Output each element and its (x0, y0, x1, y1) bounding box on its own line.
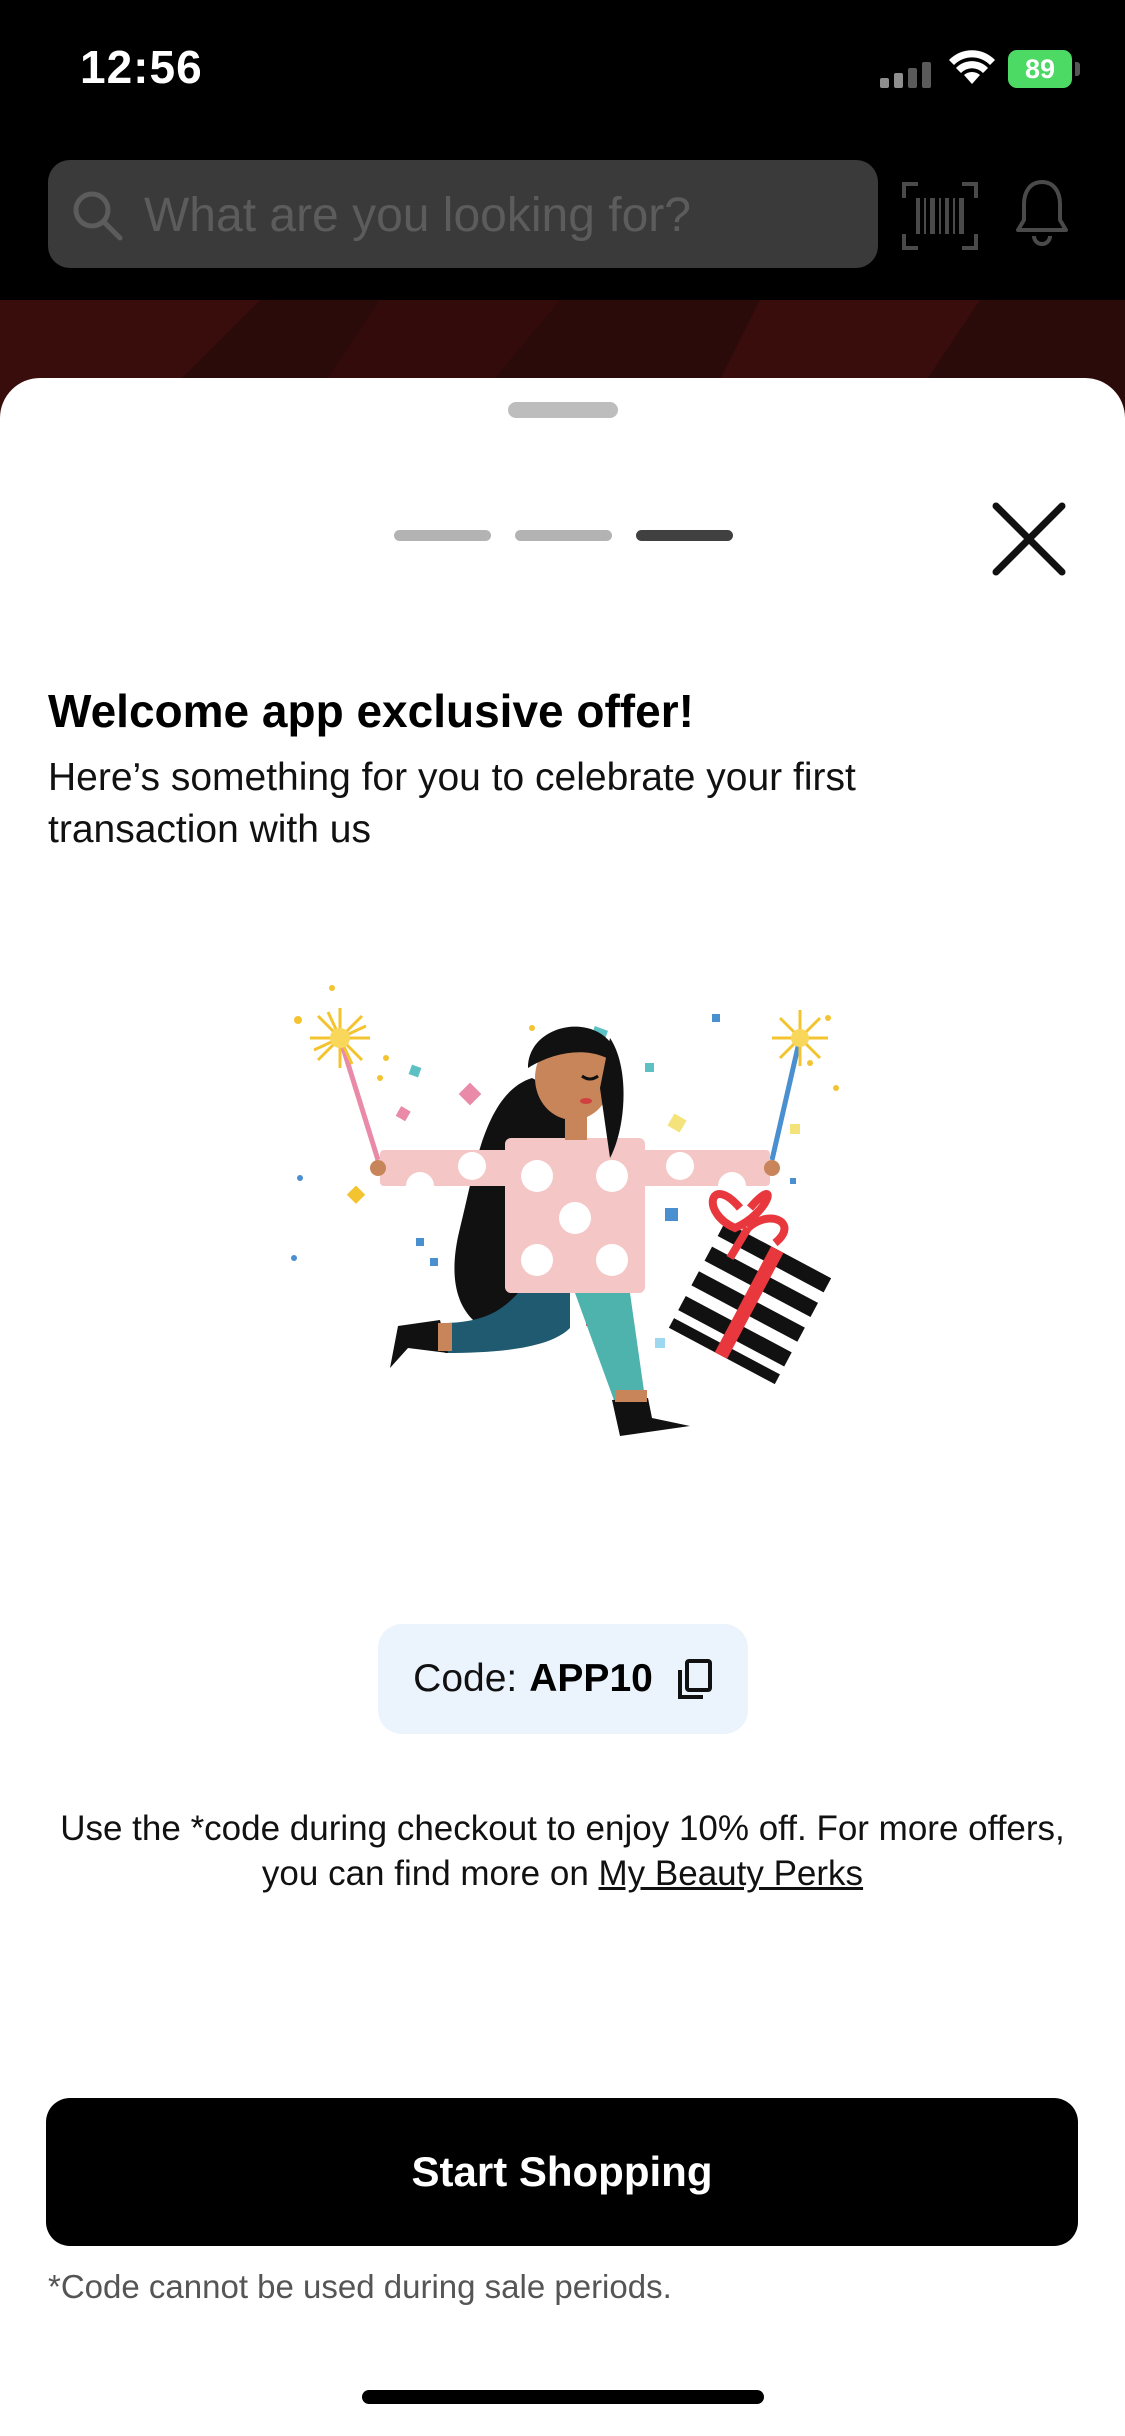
status-time: 12:56 (80, 41, 203, 93)
copy-icon[interactable] (675, 1658, 713, 1700)
offer-title: Welcome app exclusive offer! (48, 685, 694, 737)
page-indicator-dot-active (636, 530, 733, 541)
offer-subtitle: Here’s something for you to celebrate yo… (48, 756, 856, 851)
promo-code-label: Code: (413, 1657, 518, 1700)
search-bar[interactable]: What are you looking for? (48, 160, 878, 268)
barcode-scan-icon[interactable] (900, 180, 980, 252)
signal-icon (880, 62, 931, 88)
promo-code-chip[interactable]: Code: APP10 (378, 1624, 748, 1734)
status-bar: 12:56 89 (0, 0, 1125, 140)
offer-description: Use the *code during checkout to enjoy 1… (60, 1806, 1065, 1896)
battery-icon: 89 (1008, 50, 1080, 88)
search-input[interactable]: What are you looking for? (144, 188, 691, 243)
search-icon (73, 191, 123, 241)
offer-description-text: Use the *code during checkout to enjoy 1… (60, 1809, 1065, 1893)
page-indicator-dot (394, 530, 491, 541)
offer-bottom-sheet: Welcome app exclusive offer! Here’s some… (0, 378, 1125, 2436)
wifi-icon (949, 50, 995, 84)
battery-cap (1075, 62, 1080, 76)
sale-disclaimer: *Code cannot be used during sale periods… (48, 2268, 672, 2305)
close-icon[interactable] (988, 498, 1070, 580)
celebration-illustration (291, 985, 839, 1436)
app-header: What are you looking for? (0, 140, 1125, 300)
my-beauty-perks-link[interactable]: My Beauty Perks (599, 1854, 864, 1893)
start-shopping-button[interactable]: Start Shopping (46, 2098, 1078, 2246)
promo-code-value: APP10 (529, 1657, 653, 1700)
bell-icon[interactable] (1012, 176, 1072, 248)
battery-level: 89 (1008, 50, 1072, 88)
page-indicator (394, 530, 733, 542)
page-indicator-dot (515, 530, 612, 541)
screen: 12:56 89 What are you looking for? Welco… (0, 0, 1125, 2436)
home-indicator[interactable] (362, 2390, 764, 2404)
sheet-grabber[interactable] (508, 402, 618, 418)
